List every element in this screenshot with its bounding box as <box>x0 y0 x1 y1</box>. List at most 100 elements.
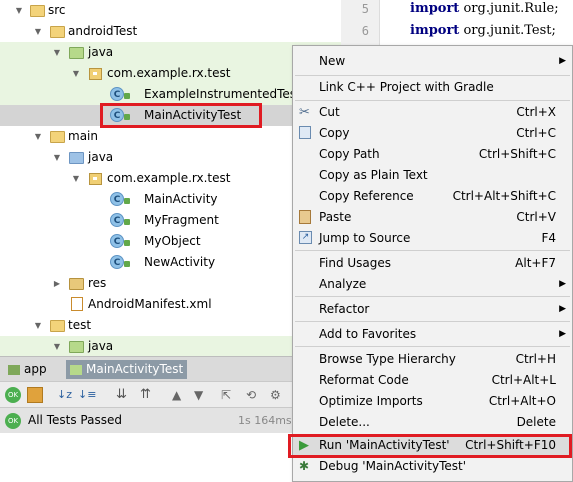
code-line[interactable]: import org.junit.Rule; <box>410 1 559 16</box>
menu-item-label: Browse Type Hierarchy <box>319 352 456 366</box>
menu-item-paste[interactable]: Paste Ctrl+V <box>293 207 572 228</box>
package-icon <box>89 173 102 185</box>
menu-item-debug-test[interactable]: ✱ Debug 'MainActivityTest' <box>293 456 572 477</box>
menu-item-optimize-imports[interactable]: Optimize Imports Ctrl+Alt+O <box>293 391 572 412</box>
tree-item-label: NewActivity <box>144 255 216 269</box>
submenu-arrow-icon: ▶ <box>559 304 566 314</box>
menu-item-cut[interactable]: ✂ Cut Ctrl+X <box>293 102 572 123</box>
menu-item-jump-to-source[interactable]: ↗ Jump to Source F4 <box>293 228 572 249</box>
code-line[interactable]: import org.junit.Test; <box>410 23 556 38</box>
code-keyword: import <box>410 23 460 38</box>
tree-item-main[interactable]: ▼ main <box>0 126 341 147</box>
sort-by-duration-icon[interactable]: ↓≡ <box>78 387 96 403</box>
tree-item-label: MyObject <box>144 234 201 248</box>
previous-failed-test-icon[interactable]: ▲ <box>172 387 188 403</box>
tree-item-java[interactable]: ▼ java <box>0 42 341 63</box>
tab-app[interactable]: app <box>4 360 51 379</box>
menu-item-shortcut: Ctrl+X <box>516 105 556 119</box>
selection-highlight-box <box>100 103 262 128</box>
menu-item-shortcut: Ctrl+V <box>516 210 556 224</box>
menu-item-shortcut: Ctrl+Shift+C <box>478 147 556 161</box>
lock-icon <box>124 93 130 99</box>
menu-item-new[interactable]: New ▶ <box>293 51 572 72</box>
test-status-text: All Tests Passed <box>28 413 122 427</box>
menu-item-find-usages[interactable]: Find Usages Alt+F7 <box>293 253 572 274</box>
tree-item-res[interactable]: ▶ res <box>0 273 341 294</box>
tree-item-label: res <box>88 276 107 290</box>
menu-separator <box>295 296 570 297</box>
menu-item-copy-reference[interactable]: Copy Reference Ctrl+Alt+Shift+C <box>293 186 572 207</box>
tree-item-package[interactable]: ▼ com.example.rx.test <box>0 168 341 189</box>
code-editor[interactable]: 5 6 import org.junit.Rule; import org.ju… <box>341 0 573 48</box>
tree-item-package[interactable]: ▼ com.example.rx.test <box>0 63 341 84</box>
import-results-icon[interactable]: ⟲ <box>246 387 262 403</box>
menu-item-copy-path[interactable]: Copy Path Ctrl+Shift+C <box>293 144 572 165</box>
chevron-down-icon[interactable]: ▼ <box>52 42 62 63</box>
chevron-down-icon[interactable]: ▼ <box>71 63 81 84</box>
menu-item-refactor[interactable]: Refactor ▶ <box>293 299 572 320</box>
expand-all-icon[interactable]: ⇊ <box>116 387 132 403</box>
menu-item-label: New <box>319 54 346 68</box>
chevron-down-icon[interactable]: ▼ <box>33 315 43 336</box>
context-menu: New ▶ Link C++ Project with Gradle ✂ Cut… <box>288 45 573 482</box>
test-result-row[interactable]: OK All Tests Passed 1s 164ms <box>0 407 292 434</box>
chevron-right-icon[interactable]: ▶ <box>52 273 62 294</box>
tree-item-src[interactable]: ▼ src <box>0 0 341 21</box>
menu-item-label: Debug 'MainActivityTest' <box>319 459 467 473</box>
line-number: 5 <box>361 2 369 16</box>
tree-item-myobject[interactable]: C MyObject <box>0 231 341 252</box>
tree-item-newactivity[interactable]: C NewActivity <box>0 252 341 273</box>
menu-item-label: Reformat Code <box>319 373 409 387</box>
menu-item-copy[interactable]: Copy Ctrl+C <box>293 123 572 144</box>
tree-item-mainactivity[interactable]: C MainActivity <box>0 189 341 210</box>
export-results-icon[interactable]: ⇱ <box>221 387 237 403</box>
menu-separator <box>295 321 570 322</box>
menu-item-reformat-code[interactable]: Reformat Code Ctrl+Alt+L <box>293 370 572 391</box>
tree-item-myfragment[interactable]: C MyFragment <box>0 210 341 231</box>
settings-icon[interactable]: ⚙ <box>270 387 286 403</box>
menu-item-shortcut: Alt+F7 <box>515 256 556 270</box>
tree-item-java[interactable]: ▼ java <box>0 336 341 357</box>
menu-item-link-cpp-project[interactable]: Link C++ Project with Gradle <box>293 77 572 98</box>
tree-item-label: main <box>68 129 98 143</box>
menu-item-copy-plain-text[interactable]: Copy as Plain Text <box>293 165 572 186</box>
tree-item-label: java <box>88 150 114 164</box>
collapse-all-icon[interactable]: ⇈ <box>140 387 156 403</box>
sort-alphabetically-icon[interactable]: ↓z <box>57 387 73 403</box>
menu-item-shortcut: Ctrl+Alt+O <box>488 394 556 408</box>
menu-item-delete[interactable]: Delete... Delete <box>293 412 572 433</box>
chevron-down-icon[interactable]: ▼ <box>71 168 81 189</box>
source-folder-icon <box>69 152 84 164</box>
tree-item-label: ExampleInstrumentedTest <box>144 87 301 101</box>
tab-mainactivitytest[interactable]: MainActivityTest <box>66 360 188 379</box>
menu-item-shortcut: Ctrl+C <box>516 126 556 140</box>
chevron-down-icon[interactable]: ▼ <box>52 336 62 357</box>
tree-item-label: src <box>48 3 66 17</box>
submenu-arrow-icon: ▶ <box>559 56 566 66</box>
ignored-filter-icon[interactable] <box>27 387 43 403</box>
tree-item-androidtest[interactable]: ▼ androidTest <box>0 21 341 42</box>
next-failed-test-icon[interactable]: ▼ <box>194 387 210 403</box>
menu-item-label: Analyze <box>319 277 367 291</box>
menu-separator <box>295 250 570 251</box>
tree-item-exampleinstrumentedtest[interactable]: C ExampleInstrumentedTest <box>0 84 341 105</box>
menu-item-browse-type-hierarchy[interactable]: Browse Type Hierarchy Ctrl+H <box>293 349 572 370</box>
menu-item-label: Refactor <box>319 302 370 316</box>
tree-item-test[interactable]: ▼ test <box>0 315 341 336</box>
chevron-down-icon[interactable]: ▼ <box>52 147 62 168</box>
code-text: org.junit.Rule; <box>463 1 559 16</box>
folder-icon <box>30 5 45 17</box>
tree-item-label: com.example.rx.test <box>107 171 231 185</box>
tree-item-java[interactable]: ▼ java <box>0 147 341 168</box>
chevron-down-icon[interactable]: ▼ <box>33 126 43 147</box>
menu-item-analyze[interactable]: Analyze ▶ <box>293 274 572 295</box>
tree-item-androidmanifest[interactable]: AndroidManifest.xml <box>0 294 341 315</box>
source-folder-icon <box>69 47 84 59</box>
chevron-down-icon[interactable]: ▼ <box>14 0 24 21</box>
chevron-down-icon[interactable]: ▼ <box>33 21 43 42</box>
tree-item-label: test <box>68 318 92 332</box>
passed-filter-icon[interactable]: OK <box>5 387 21 403</box>
folder-icon <box>50 26 65 38</box>
menu-item-add-to-favorites[interactable]: Add to Favorites ▶ <box>293 324 572 345</box>
submenu-arrow-icon: ▶ <box>559 279 566 289</box>
